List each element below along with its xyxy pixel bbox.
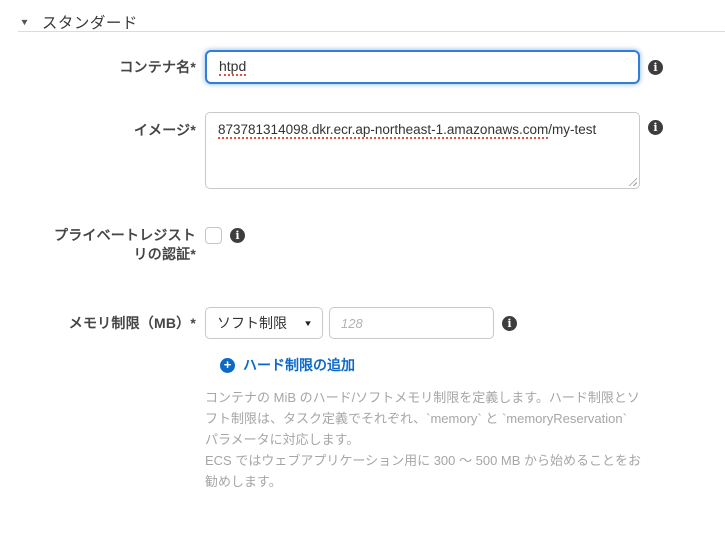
image-value-underlined: 873781314098.dkr.ecr.ap-northeast-1.amaz… [218,122,549,139]
add-hard-limit-link[interactable]: + ハード制限の追加 [220,355,355,375]
memory-limit-value-input[interactable] [329,307,494,339]
plus-circle-icon: + [220,357,235,373]
image-label: イメージ* [133,122,196,138]
private-registry-info-icon[interactable]: i [230,228,245,243]
image-textarea[interactable]: 873781314098.dkr.ecr.ap-northeast-1.amaz… [205,112,640,189]
private-registry-label-line1: プライベートレジスト [54,227,196,243]
container-name-input[interactable]: htpd [205,50,640,84]
memory-limit-row: メモリ制限（MB）* ソフト制限 ▼ i [0,307,725,339]
container-name-row: コンテナ名* htpd i [0,49,725,85]
container-name-value: htpd [219,58,247,76]
section-title: スタンダード [41,15,138,32]
container-name-info-icon[interactable]: i [648,59,663,75]
help-paragraph-1: コンテナの MiB のハード/ソフトメモリ制限を定義します。ハード制限とソフト制… [205,390,640,447]
chevron-down-icon: ▼ [303,318,313,328]
container-name-label: コンテナ名* [119,59,196,75]
help-paragraph-2: ECS ではウェブアプリケーション用に 300 〜 500 MB から始めること… [205,453,642,489]
section-header-standard[interactable]: ▼ スタンダード [0,0,725,32]
resize-handle-icon[interactable] [627,176,637,186]
memory-limit-help-text: コンテナの MiB のハード/ソフトメモリ制限を定義します。ハード制限とソフト制… [205,387,643,492]
memory-limit-type-value: ソフト制限 [217,315,287,331]
image-value-rest: /my-test [548,122,597,137]
container-definition-form: ▼ スタンダード コンテナ名* htpd i イメージ* 87378131409… [0,0,725,533]
private-registry-label-line2: リの認証* [133,246,196,262]
memory-limit-type-dropdown[interactable]: ソフト制限 ▼ [205,307,323,339]
private-registry-checkbox[interactable] [205,227,222,244]
image-info-icon[interactable]: i [648,120,663,135]
memory-limit-label: メモリ制限（MB）* [68,315,196,331]
private-registry-label: プライベートレジスト リの認証* [0,226,196,264]
collapse-caret-icon[interactable]: ▼ [19,17,29,27]
add-hard-limit-label: ハード制限の追加 [243,357,355,373]
memory-limit-info-icon[interactable]: i [502,315,517,331]
private-registry-row: プライベートレジスト リの認証* i [0,226,725,264]
image-row: イメージ* 873781314098.dkr.ecr.ap-northeast-… [0,112,725,189]
